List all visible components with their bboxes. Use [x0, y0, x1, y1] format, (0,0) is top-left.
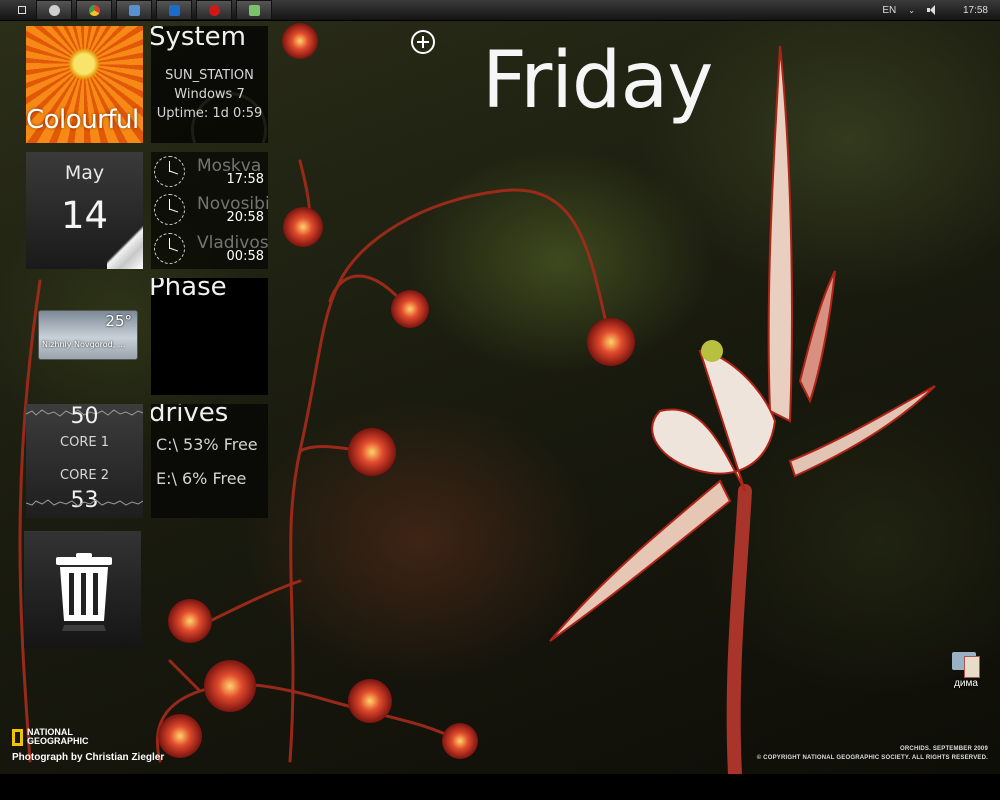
volume-icon[interactable] — [926, 5, 937, 15]
phase-title: Phase — [151, 278, 227, 302]
colourful-tile[interactable]: Colourful — [26, 26, 143, 143]
recycle-bin-tile[interactable] — [24, 531, 141, 648]
weather-location: Nizhniy Novgorod, ... — [42, 340, 126, 349]
logo-text-line2: GEOGRAPHIC — [27, 736, 89, 746]
desktop-icon-label: дима — [954, 678, 978, 689]
taskbar-app-opera[interactable] — [196, 0, 232, 20]
os-name: Windows 7 — [174, 87, 245, 102]
computer-name: SUN_STATION — [165, 68, 254, 83]
copyright-line: © COPYRIGHT NATIONAL GEOGRAPHIC SOCIETY.… — [756, 755, 988, 761]
system-title: System — [151, 26, 246, 52]
clock-time: 17:58 — [226, 172, 264, 187]
taskbar: EN ⌄ 17:58 — [0, 0, 1000, 21]
folder-icon — [952, 648, 980, 678]
desktop-icon-dima[interactable]: дима — [944, 648, 988, 689]
core1-label: CORE 1 — [60, 435, 109, 450]
drives-title: drives — [151, 404, 229, 428]
drive-item: C:\ 53% Free — [156, 435, 258, 454]
colourful-label: Colourful — [26, 105, 139, 135]
photo-caption: ORCHIDS. SEPTEMBER 2009 © COPYRIGHT NATI… — [757, 745, 988, 763]
explorer-icon — [128, 4, 140, 16]
system-tray: EN ⌄ 17:58 — [882, 0, 1000, 20]
core1-value: 50 — [70, 404, 99, 429]
taskbar-app-chrome[interactable] — [76, 0, 112, 20]
clock-row: Moskva 17:58 — [151, 154, 268, 191]
photoshop-icon — [168, 4, 180, 16]
cpu-meter-tile[interactable]: 50 CORE 1 CORE 2 53 — [26, 404, 143, 518]
calendar-month: May — [64, 162, 105, 184]
notes-icon — [248, 4, 260, 16]
core2-label: CORE 2 — [60, 468, 109, 483]
taskbar-app-media-player[interactable] — [36, 0, 72, 20]
clock-row: Novosibirsk 20:58 — [151, 192, 268, 229]
weather-temperature: 25° — [105, 312, 132, 330]
weather-widget[interactable]: 25° Nizhniy Novgorod, ... — [38, 310, 138, 360]
clock-time: 20:58 — [226, 210, 264, 225]
calendar-tile[interactable]: May 14 — [26, 152, 143, 269]
desktop-wallpaper: NATIONAL GEOGRAPHIC Photograph by Christ… — [0, 21, 1000, 774]
core2-graph — [26, 499, 143, 507]
media-player-icon — [48, 4, 60, 16]
day-name-heading: Friday — [482, 36, 713, 126]
taskbar-app-notes[interactable] — [236, 0, 272, 20]
language-indicator[interactable]: EN — [882, 5, 896, 16]
add-tile-button[interactable] — [411, 30, 435, 54]
uptime: Uptime: 1d 0:59 — [156, 106, 263, 121]
system-tile[interactable]: System SUN_STATION Windows 7 Uptime: 1d … — [151, 26, 268, 143]
caption-line: ORCHIDS. SEPTEMBER 2009 — [900, 746, 988, 752]
phase-tile[interactable]: Phase — [151, 278, 268, 395]
taskbar-app-photoshop[interactable] — [156, 0, 192, 20]
drives-tile[interactable]: drives C:\ 53% Free E:\ 6% Free — [151, 404, 268, 518]
photo-credit: Photograph by Christian Ziegler — [12, 752, 165, 763]
chevron-down-icon[interactable]: ⌄ — [908, 6, 915, 15]
clock-row: Vladivostok 00:58 — [151, 231, 268, 268]
clock-icon — [154, 156, 185, 187]
page-curl — [107, 225, 143, 269]
opera-icon — [208, 4, 220, 16]
clock-time: 00:58 — [226, 249, 264, 264]
clock-icon — [154, 194, 185, 225]
national-geographic-logo: NATIONAL GEOGRAPHIC — [12, 728, 89, 746]
clock-icon — [154, 233, 185, 264]
taskbar-app-explorer[interactable] — [116, 0, 152, 20]
orchid-photo — [18, 23, 936, 774]
bottom-bar — [0, 774, 1000, 800]
drive-item: E:\ 6% Free — [156, 469, 247, 488]
world-clocks-tile[interactable]: Moskva 17:58 Novosibirsk 20:58 Vladivost… — [151, 152, 268, 269]
show-desktop-button[interactable] — [12, 2, 32, 18]
tray-clock[interactable]: 17:58 — [963, 5, 988, 16]
trash-icon — [56, 553, 112, 631]
chrome-icon — [88, 4, 100, 16]
